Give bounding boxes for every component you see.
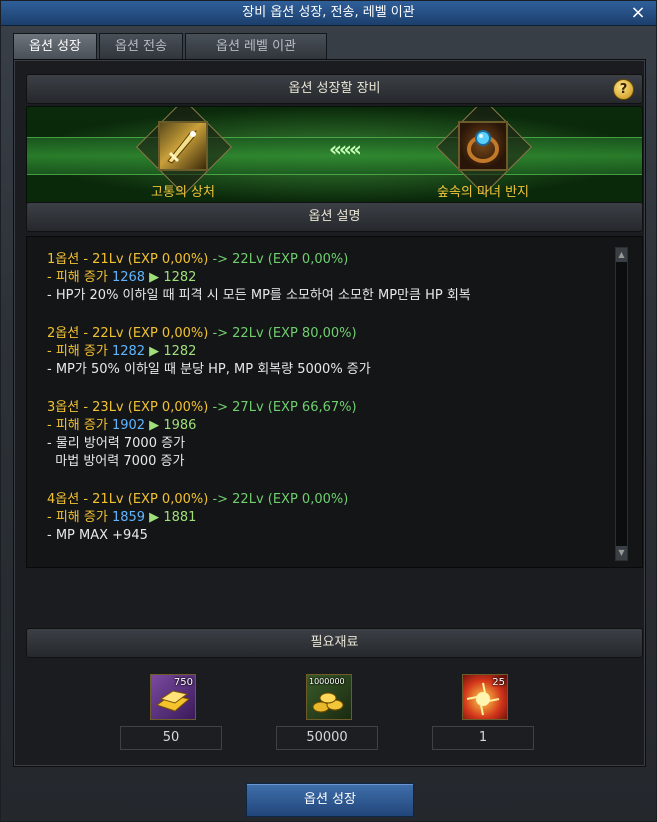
option-effect: - MP가 50% 이하일 때 분당 HP, MP 회복량 5000% 증가 <box>47 362 371 377</box>
material-slot-sunburst[interactable]: 25 <box>462 674 508 720</box>
materials-section-header: 필요재료 <box>26 628 643 658</box>
damage-to: 1881 <box>163 510 197 525</box>
tab-option-transfer[interactable]: 옵션 전송 <box>99 33 183 59</box>
damage-from: 1902 <box>111 418 146 433</box>
sword-icon <box>167 130 197 164</box>
equip-section-header: 옵션 성장할 장비 ? <box>26 74 643 104</box>
option-description-box: 1옵션 - 21Lv (EXP 0,00%) -> 22Lv (EXP 0,00… <box>26 236 643 568</box>
damage-label: - 피해 증가 <box>47 344 108 359</box>
damage-to: 1282 <box>163 344 197 359</box>
material-slot-gold-bar[interactable]: 750 <box>150 674 196 720</box>
material-amount: 50 <box>120 726 222 750</box>
ring-icon <box>467 130 499 163</box>
option-result: -> 22Lv (EXP 0,00%) <box>212 492 349 507</box>
description-scrollbar[interactable]: ▲ ▼ <box>615 247 628 561</box>
damage-from: 1282 <box>111 344 146 359</box>
equip-section-title: 옵션 성장할 장비 <box>288 81 381 96</box>
material-slot-coins[interactable]: 1000000 <box>306 674 352 720</box>
scroll-down-icon[interactable]: ▼ <box>616 546 627 560</box>
window-title: 장비 옵션 성장, 전송, 레벨 이관 <box>242 5 415 20</box>
option-result: -> 27Lv (EXP 66,67%) <box>212 400 357 415</box>
tab-option-growth[interactable]: 옵션 성장 <box>13 33 97 59</box>
damage-from: 1268 <box>111 270 146 285</box>
option-block: 3옵션 - 23Lv (EXP 0,00%) -> 27Lv (EXP 66,6… <box>47 399 357 471</box>
option-effect: - MP MAX +945 <box>47 528 148 543</box>
damage-arrow-icon: ▶ <box>149 510 160 525</box>
option-header: 2옵션 - 22Lv (EXP 0,00%) <box>47 326 209 341</box>
option-header: 3옵션 - 23Lv (EXP 0,00%) <box>47 400 209 415</box>
close-icon[interactable]: × <box>628 2 648 24</box>
option-growth-window: 장비 옵션 성장, 전송, 레벨 이관 × 옵션 성장 옵션 전송 옵션 레벨 … <box>0 0 657 822</box>
option-block: 4옵션 - 21Lv (EXP 0,00%) -> 22Lv (EXP 0,00… <box>47 491 348 545</box>
materials-section-title: 필요재료 <box>310 635 359 650</box>
transfer-arrow-icon: ««« <box>329 137 362 161</box>
option-header: 4옵션 - 21Lv (EXP 0,00%) <box>47 492 209 507</box>
option-block: 1옵션 - 21Lv (EXP 0,00%) -> 22Lv (EXP 0,00… <box>47 251 471 305</box>
option-header: 1옵션 - 21Lv (EXP 0,00%) <box>47 252 209 267</box>
option-result: -> 22Lv (EXP 0,00%) <box>212 252 349 267</box>
material-badge: 1000000 <box>309 677 345 686</box>
option-growth-button[interactable]: 옵션 성장 <box>246 783 414 817</box>
main-panel: 옵션 성장할 장비 ? 고통의 상처 ««« 숲속의 마녀 반지 옵션 설명 1… <box>13 59 646 767</box>
target-item-slot[interactable] <box>458 121 508 171</box>
title-bar[interactable]: 장비 옵션 성장, 전송, 레벨 이관 × <box>1 1 656 26</box>
damage-arrow-icon: ▶ <box>149 418 160 433</box>
option-result: -> 22Lv (EXP 80,00%) <box>212 326 357 341</box>
option-effect: 마법 방어력 7000 증가 <box>47 454 185 469</box>
scroll-up-icon[interactable]: ▲ <box>616 248 627 262</box>
desc-section-header: 옵션 설명 <box>26 202 643 232</box>
material-amount: 50000 <box>276 726 378 750</box>
option-effect: - HP가 20% 이하일 때 피격 시 모든 MP를 소모하여 소모한 MP만… <box>47 288 471 303</box>
material-badge: 25 <box>492 677 505 688</box>
damage-to: 1986 <box>163 418 197 433</box>
desc-section-title: 옵션 설명 <box>308 209 361 224</box>
option-block: 2옵션 - 22Lv (EXP 0,00%) -> 22Lv (EXP 80,0… <box>47 325 371 379</box>
damage-label: - 피해 증가 <box>47 418 108 433</box>
help-icon[interactable]: ? <box>613 79 634 100</box>
damage-label: - 피해 증가 <box>47 510 108 525</box>
source-item-slot[interactable] <box>158 121 208 171</box>
material-badge: 750 <box>173 677 193 688</box>
target-item-name: 숲속의 마녀 반지 <box>437 185 529 200</box>
damage-to: 1282 <box>163 270 197 285</box>
equip-display: 고통의 상처 ««« 숲속의 마녀 반지 <box>26 106 643 204</box>
damage-label: - 피해 증가 <box>47 270 108 285</box>
tab-option-level-transfer[interactable]: 옵션 레벨 이관 <box>185 33 327 59</box>
damage-arrow-icon: ▶ <box>149 344 160 359</box>
source-item-name: 고통의 상처 <box>151 185 215 200</box>
material-amount: 1 <box>432 726 534 750</box>
damage-from: 1859 <box>111 510 146 525</box>
option-effect: - 물리 방어력 7000 증가 <box>47 436 186 451</box>
damage-arrow-icon: ▶ <box>149 270 160 285</box>
